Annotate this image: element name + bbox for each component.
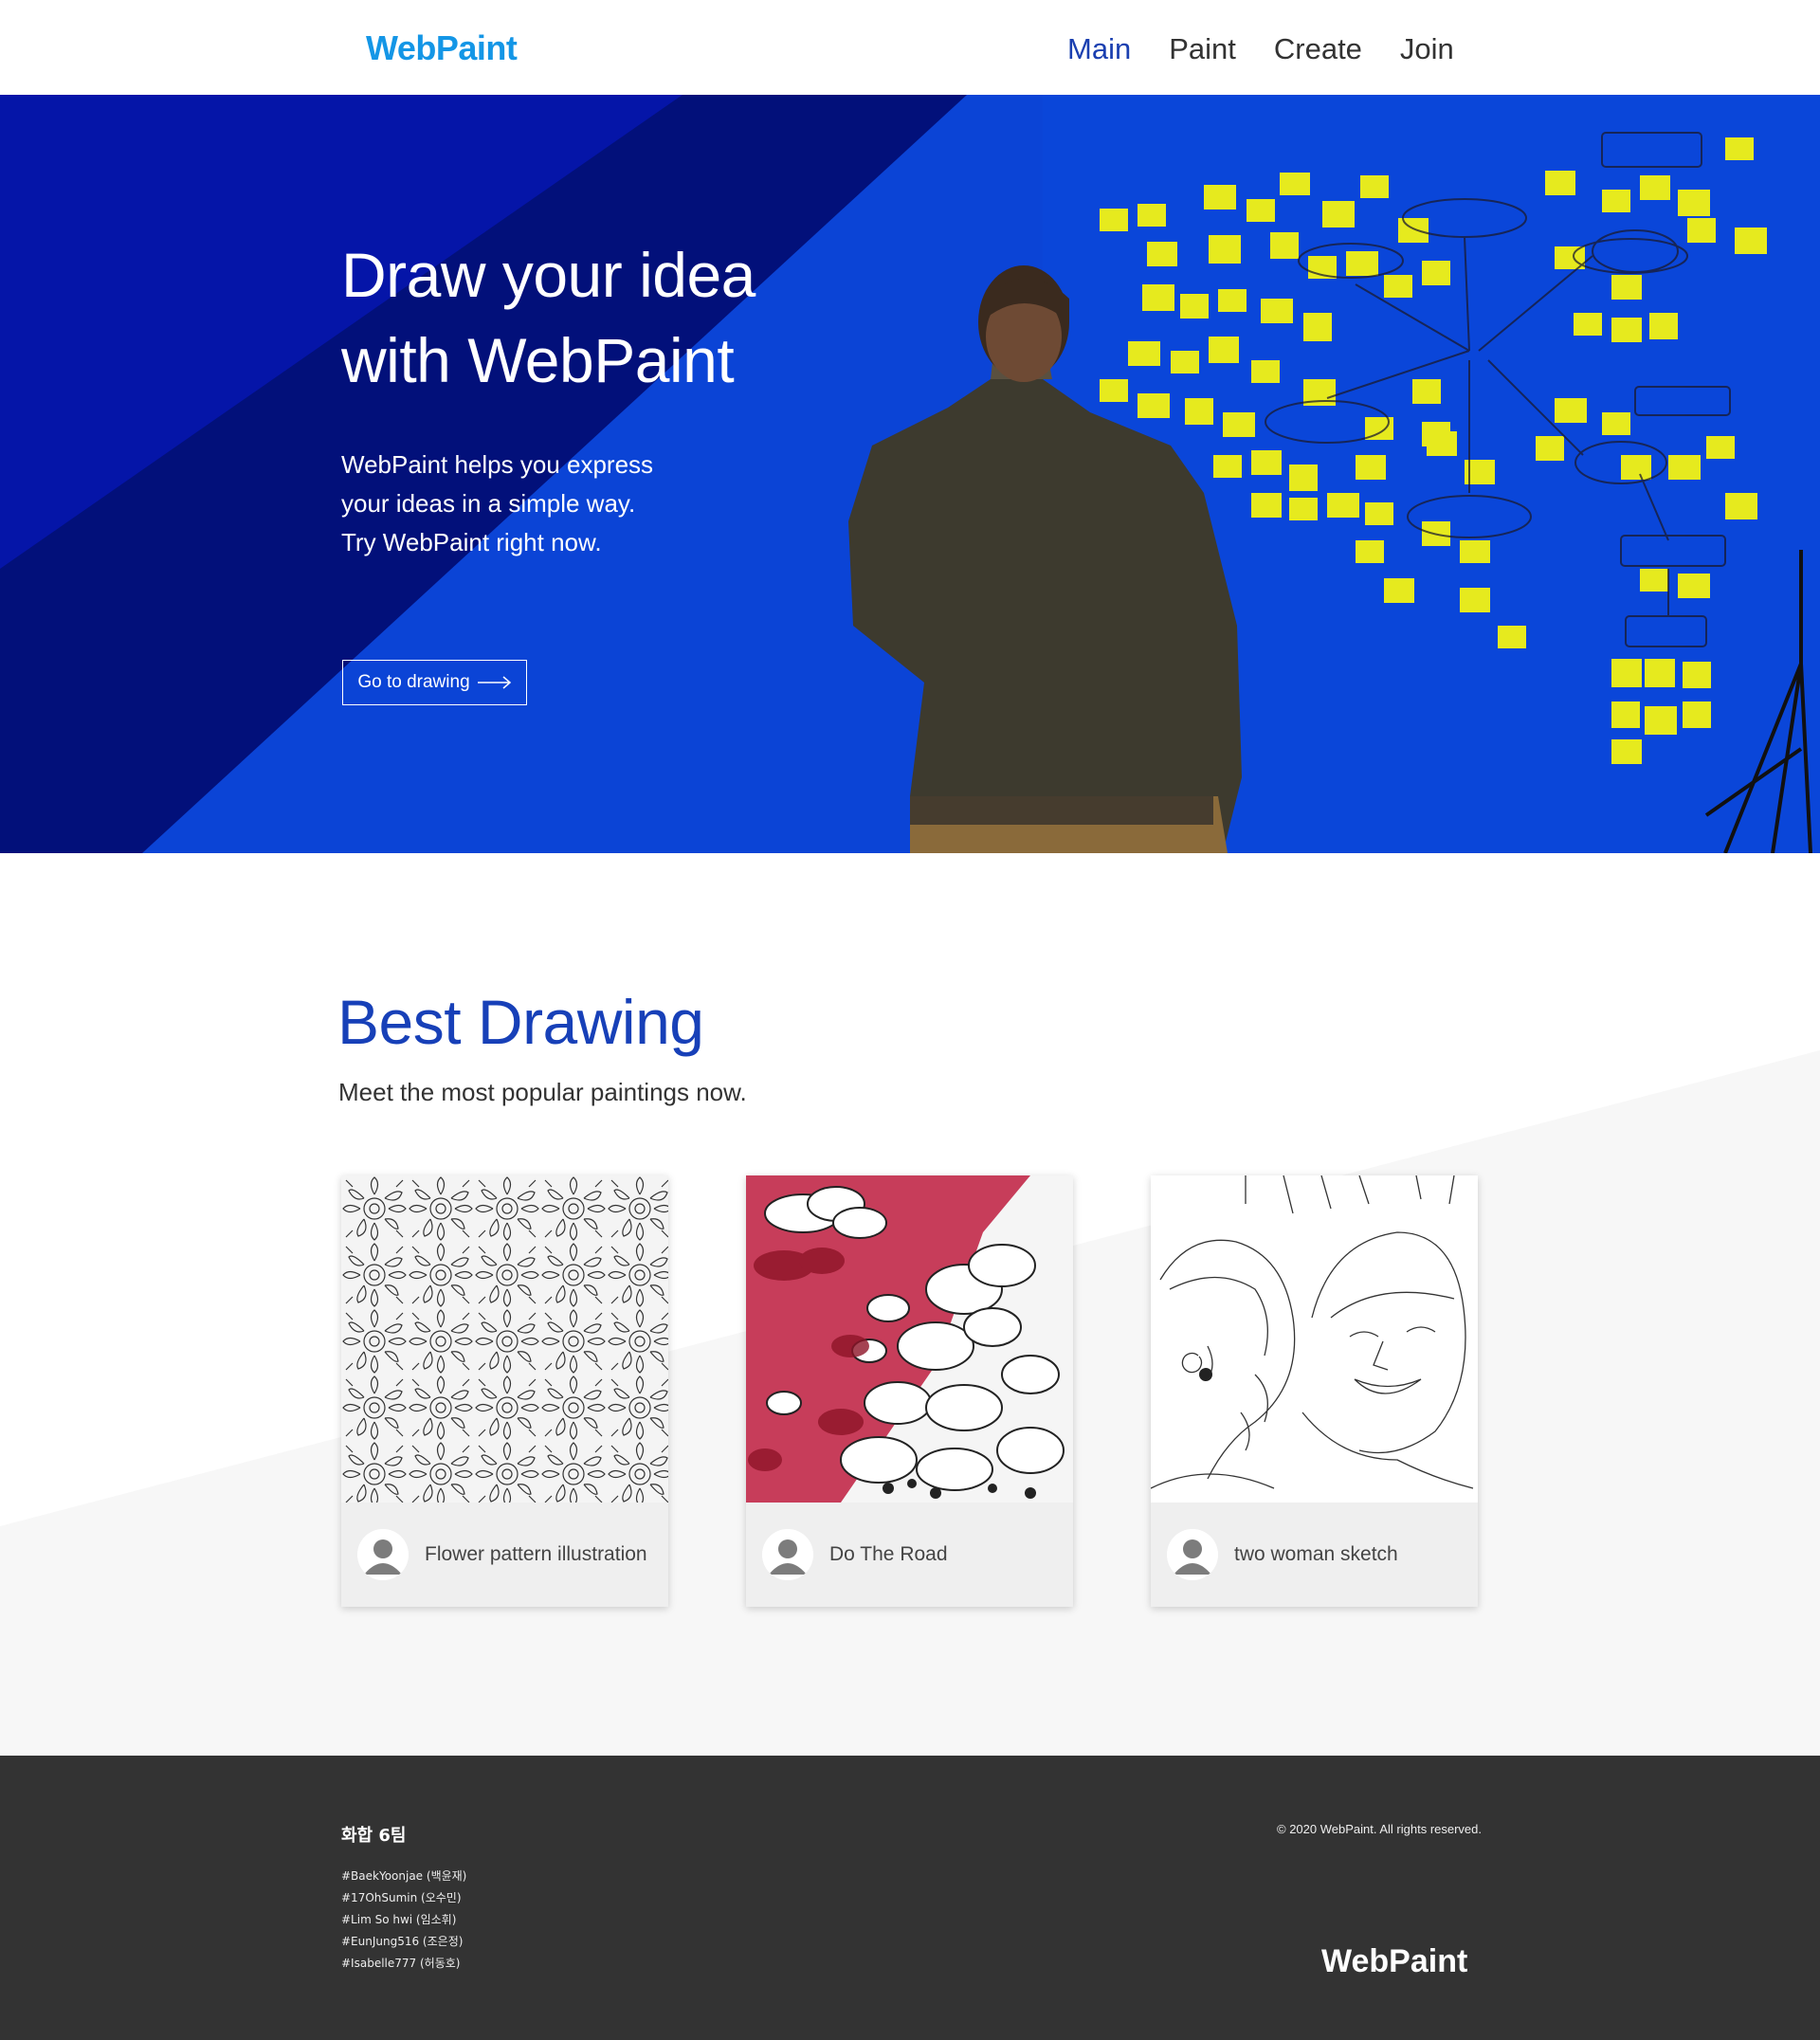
hero-banner: Draw your idea with WebPaint WebPaint he… [0, 95, 1820, 853]
member-list: #BaekYoonjae (백윤재) #17OhSumin (오수민) #Lim… [341, 1866, 466, 1975]
site-footer: 화합 6팀 #BaekYoonjae (백윤재) #17OhSumin (오수민… [0, 1756, 1820, 2040]
drawing-thumbnail-flower[interactable] [341, 1175, 668, 1503]
main-nav: Main Paint Create Join [1067, 32, 1492, 66]
card-title[interactable]: Do The Road [829, 1543, 948, 1566]
drawing-card[interactable]: Flower pattern illustration [341, 1175, 668, 1607]
member-item: #Isabelle777 (허동호) [341, 1957, 461, 1970]
hero-title-line-2: with WebPaint [341, 325, 735, 395]
avatar-icon [762, 1529, 813, 1580]
portrait-sketch-image [1151, 1175, 1478, 1503]
card-title[interactable]: Flower pattern illustration [425, 1543, 647, 1566]
member-item: #EunJung516 (조은정) [341, 1935, 464, 1948]
drawing-thumbnail-road[interactable] [746, 1175, 1073, 1503]
avatar-icon [357, 1529, 409, 1580]
card-meta: Do The Road [746, 1503, 1073, 1607]
arrow-right-icon [477, 676, 511, 689]
cloud-mural-image [746, 1175, 1073, 1503]
hero-title-line-1: Draw your idea [341, 240, 755, 310]
hero-desc-line-2: your ideas in a simple way. [341, 489, 636, 518]
hero-description: WebPaint helps you express your ideas in… [341, 446, 653, 562]
footer-logo[interactable]: WebPaint [1321, 1943, 1467, 1980]
go-to-drawing-label: Go to drawing [357, 672, 470, 692]
drawing-card[interactable]: two woman sketch [1151, 1175, 1478, 1607]
hero-title: Draw your idea with WebPaint [341, 232, 755, 403]
drawing-card[interactable]: Do The Road [746, 1175, 1073, 1607]
card-title[interactable]: two woman sketch [1234, 1543, 1398, 1566]
hero-desc-line-1: WebPaint helps you express [341, 450, 654, 479]
member-item: #17OhSumin (오수민) [341, 1891, 462, 1904]
go-to-drawing-button[interactable]: Go to drawing [342, 660, 527, 705]
member-item: #BaekYoonjae (백윤재) [341, 1869, 467, 1883]
nav-main[interactable]: Main [1067, 32, 1131, 66]
best-drawing-section: Best Drawing Meet the most popular paint… [0, 853, 1820, 1756]
card-meta: two woman sketch [1151, 1503, 1478, 1607]
site-header: WebPaint Main Paint Create Join [0, 0, 1820, 95]
flower-pattern-image [341, 1175, 668, 1503]
section-title: Best Drawing [337, 987, 704, 1057]
section-subtitle: Meet the most popular paintings now. [338, 1078, 747, 1106]
hero-desc-line-3: Try WebPaint right now. [341, 528, 602, 556]
drawing-thumbnail-sketch[interactable] [1151, 1175, 1478, 1503]
card-meta: Flower pattern illustration [341, 1503, 668, 1607]
nav-join[interactable]: Join [1400, 32, 1454, 66]
site-logo[interactable]: WebPaint [366, 28, 518, 68]
avatar-icon [1167, 1529, 1218, 1580]
member-item: #Lim So hwi (임소휘) [341, 1913, 457, 1926]
nav-paint[interactable]: Paint [1169, 32, 1236, 66]
copyright-text: © 2020 WebPaint. All rights reserved. [1277, 1822, 1483, 1836]
team-name: 화합 6팀 [341, 1826, 407, 1846]
hero-background [0, 95, 1820, 853]
nav-create[interactable]: Create [1274, 32, 1362, 66]
